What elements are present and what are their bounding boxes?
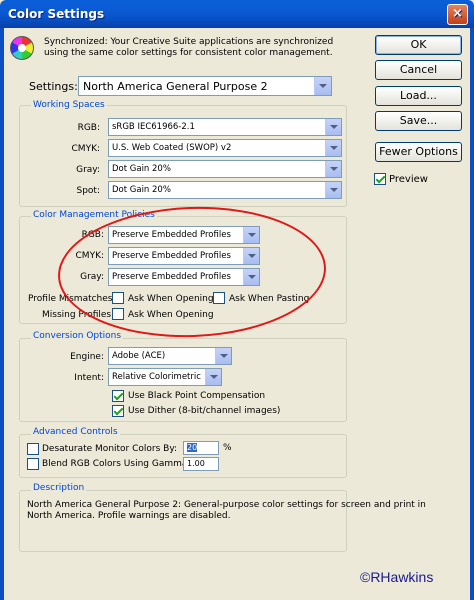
fewer-options-button[interactable]: Fewer Options — [375, 142, 462, 162]
chevron-down-icon[interactable] — [325, 161, 341, 177]
ws-gray-value: Dot Gain 20% — [112, 164, 171, 174]
dither-label[interactable]: Use Dither (8-bit/channel images) — [128, 406, 280, 416]
sync-message: Synchronized: Your Creative Suite applic… — [44, 37, 334, 58]
preview-checkbox[interactable] — [374, 173, 386, 185]
title-bar: Color Settings × — [0, 0, 474, 28]
chevron-down-icon[interactable] — [205, 369, 221, 385]
engine-value: Adobe (ACE) — [112, 351, 166, 361]
color-wheel-icon — [10, 36, 34, 60]
close-button[interactable]: × — [447, 4, 468, 25]
window-title: Color Settings — [8, 7, 105, 21]
save-button[interactable]: Save... — [375, 111, 462, 131]
desaturate-input[interactable]: 20 — [183, 441, 219, 455]
ws-gray-dropdown[interactable]: Dot Gain 20% — [108, 160, 342, 178]
window-frame-left — [0, 28, 4, 600]
watermark: ©RHawkins — [360, 569, 434, 585]
chevron-down-icon[interactable] — [325, 140, 341, 156]
ok-button[interactable]: OK — [375, 35, 462, 55]
chevron-down-icon[interactable] — [325, 182, 341, 198]
description-text: North America General Purpose 2: General… — [27, 500, 426, 521]
ws-cmyk-label: CMYK: — [71, 144, 100, 154]
ws-rgb-dropdown[interactable]: sRGB IEC61966-2.1 — [108, 118, 342, 136]
dither-checkbox[interactable] — [112, 405, 124, 417]
blend-gamma-value: 1.00 — [187, 459, 205, 468]
description-title: Description — [31, 483, 87, 493]
ws-rgb-value: sRGB IEC61966-2.1 — [112, 122, 195, 132]
black-point-label[interactable]: Use Black Point Compensation — [128, 391, 265, 401]
window-frame-right — [470, 28, 474, 600]
chevron-down-icon[interactable] — [215, 348, 231, 364]
blend-gamma-checkbox[interactable] — [27, 458, 39, 470]
ws-cmyk-value: U.S. Web Coated (SWOP) v2 — [112, 143, 232, 153]
settings-label: Settings: — [29, 80, 78, 93]
engine-dropdown[interactable]: Adobe (ACE) — [108, 347, 232, 365]
intent-label: Intent: — [74, 373, 104, 383]
working-spaces-title: Working Spaces — [31, 100, 107, 110]
intent-dropdown[interactable]: Relative Colorimetric — [108, 368, 222, 386]
chevron-down-icon[interactable] — [314, 77, 331, 95]
preview-label[interactable]: Preview — [389, 174, 428, 185]
ws-spot-value: Dot Gain 20% — [112, 185, 171, 195]
ws-spot-dropdown[interactable]: Dot Gain 20% — [108, 181, 342, 199]
desaturate-value: 20 — [187, 443, 198, 452]
desaturate-label[interactable]: Desaturate Monitor Colors By: — [42, 444, 177, 454]
black-point-checkbox[interactable] — [112, 390, 124, 402]
settings-value: North America General Purpose 2 — [83, 80, 268, 93]
desaturate-unit: % — [223, 443, 232, 453]
desaturate-checkbox[interactable] — [27, 443, 39, 455]
intent-value: Relative Colorimetric — [112, 372, 201, 382]
chevron-down-icon[interactable] — [325, 119, 341, 135]
ws-cmyk-dropdown[interactable]: U.S. Web Coated (SWOP) v2 — [108, 139, 342, 157]
advanced-title: Advanced Controls — [31, 427, 120, 437]
load-button[interactable]: Load... — [375, 86, 462, 106]
ws-gray-label: Gray: — [76, 165, 100, 175]
blend-gamma-label[interactable]: Blend RGB Colors Using Gamma: — [42, 459, 190, 469]
blend-gamma-input[interactable]: 1.00 — [183, 457, 219, 471]
settings-dropdown[interactable]: North America General Purpose 2 — [78, 76, 332, 96]
ws-rgb-label: RGB: — [77, 123, 100, 133]
engine-label: Engine: — [70, 352, 104, 362]
conversion-title: Conversion Options — [31, 331, 124, 341]
cancel-button[interactable]: Cancel — [375, 60, 462, 80]
ws-spot-label: Spot: — [76, 186, 101, 196]
